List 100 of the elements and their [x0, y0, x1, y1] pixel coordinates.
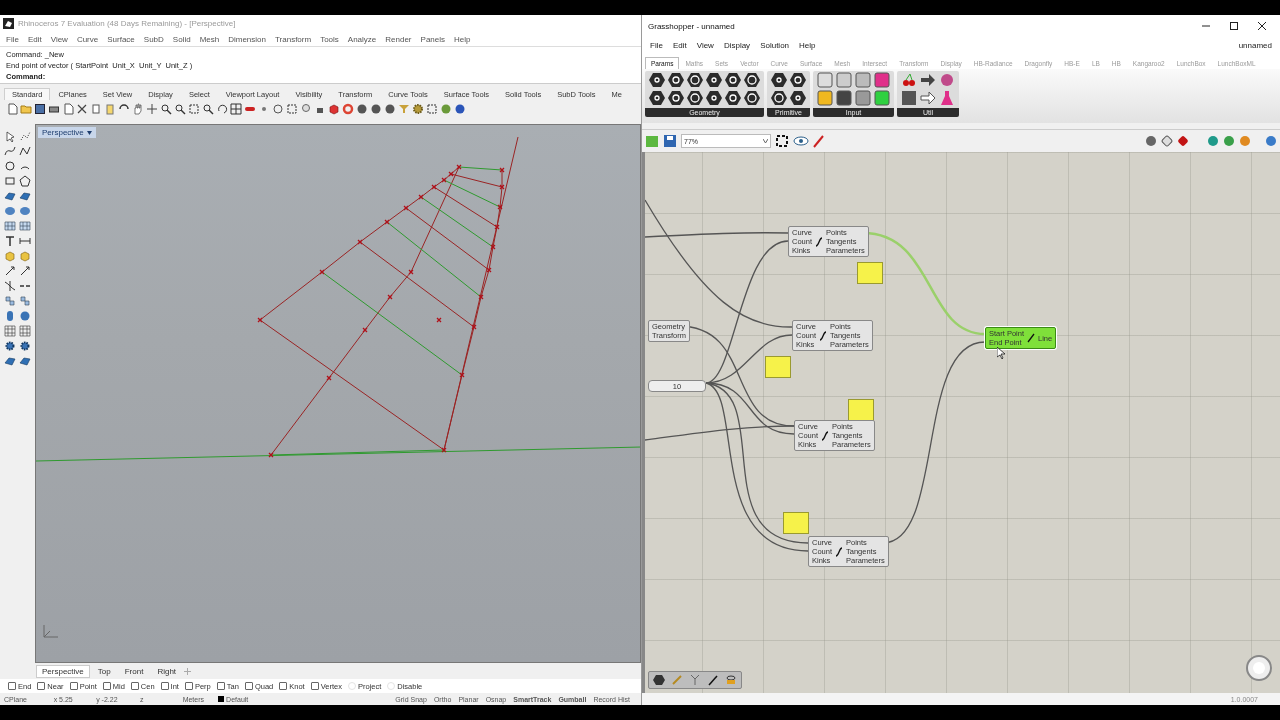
hexagon-icon[interactable]: [649, 72, 665, 88]
sphere-icon[interactable]: [384, 103, 396, 115]
hexagon-icon[interactable]: [668, 72, 684, 88]
grid-icon[interactable]: [230, 103, 242, 115]
checkbox[interactable]: [184, 682, 193, 690]
square-icon[interactable]: [855, 72, 871, 88]
curve-icon[interactable]: [3, 145, 16, 157]
square-icon[interactable]: [817, 90, 833, 106]
pointer-icon[interactable]: [3, 130, 16, 142]
surface-icon[interactable]: [3, 190, 16, 202]
node-canvas[interactable]: [642, 152, 1280, 693]
menu-item[interactable]: Curve: [76, 34, 99, 44]
menu-item[interactable]: Edit: [672, 40, 687, 50]
square-icon[interactable]: [836, 72, 852, 88]
magnifier-icon[interactable]: [202, 103, 214, 115]
hexagon-icon[interactable]: [744, 72, 760, 88]
magnifier-icon[interactable]: [174, 103, 186, 115]
cherries-icon[interactable]: [901, 72, 917, 88]
panel-node[interactable]: [765, 356, 791, 378]
transform-icon[interactable]: [18, 265, 31, 277]
square-icon[interactable]: [855, 90, 871, 106]
hexagon-icon[interactable]: [790, 90, 806, 106]
dimension-icon[interactable]: [18, 235, 31, 247]
page-icon[interactable]: [6, 103, 18, 115]
checkbox[interactable]: [310, 682, 319, 690]
navigation-ring-icon[interactable]: [1244, 653, 1274, 683]
hexagon-icon[interactable]: [706, 90, 722, 106]
checkbox[interactable]: [216, 682, 225, 690]
viewport-tab[interactable]: Front: [118, 664, 150, 678]
square-icon[interactable]: [836, 90, 852, 106]
gear-icon[interactable]: [3, 340, 16, 352]
viewport-title[interactable]: Perspective: [38, 127, 96, 138]
menu-item[interactable]: Render: [385, 34, 412, 44]
hexagon-icon[interactable]: [687, 72, 703, 88]
group-icon[interactable]: [18, 295, 31, 307]
mesh-icon[interactable]: [3, 220, 16, 232]
group-icon[interactable]: [3, 295, 16, 307]
viewport[interactable]: Perspective: [35, 124, 641, 663]
checkbox[interactable]: [244, 682, 253, 690]
square-icon[interactable]: [874, 90, 890, 106]
viewport-tab[interactable]: Right: [151, 664, 183, 678]
sphere-icon[interactable]: [1223, 135, 1235, 147]
hexagon-icon[interactable]: [790, 72, 806, 88]
menu-item[interactable]: Display: [723, 40, 751, 50]
menu-item[interactable]: Help: [799, 40, 816, 50]
hexagon-icon[interactable]: [649, 90, 665, 106]
menu-item[interactable]: Dimension: [228, 34, 266, 44]
frame-icon[interactable]: [426, 103, 438, 115]
magnifier-icon[interactable]: [160, 103, 172, 115]
transform-icon[interactable]: [3, 265, 16, 277]
sphere-icon[interactable]: [370, 103, 382, 115]
sphere-icon[interactable]: [1265, 135, 1277, 147]
menu-item[interactable]: View: [50, 34, 68, 44]
arrow-icon[interactable]: [920, 72, 936, 88]
points-icon[interactable]: [18, 130, 31, 142]
pen-icon[interactable]: [707, 674, 719, 686]
hexagon-icon[interactable]: [771, 72, 787, 88]
menu-item[interactable]: Transform: [275, 34, 312, 44]
zoom-extents-icon[interactable]: [775, 134, 789, 148]
arrow-icon[interactable]: [920, 90, 936, 106]
hexagon-icon[interactable]: [653, 674, 665, 686]
circle-icon[interactable]: [3, 160, 16, 172]
menu-item[interactable]: View: [696, 40, 714, 50]
save-icon[interactable]: [663, 134, 677, 148]
frame-icon[interactable]: [286, 103, 298, 115]
solid-icon[interactable]: [3, 205, 16, 217]
menu-item[interactable]: SubD: [143, 34, 164, 44]
viewport-tab[interactable]: Perspective: [36, 664, 90, 678]
trim-icon[interactable]: [3, 280, 16, 292]
rectangle-icon[interactable]: [3, 175, 16, 187]
sphere-icon[interactable]: [939, 72, 955, 88]
cross-arrows-icon[interactable]: [146, 103, 158, 115]
hexagon-icon[interactable]: [771, 90, 787, 106]
hexagon-icon[interactable]: [668, 90, 684, 106]
menu-item[interactable]: File: [650, 40, 663, 50]
scissors-icon[interactable]: [76, 103, 88, 115]
hexagon-icon[interactable]: [706, 72, 722, 88]
checkbox[interactable]: [130, 682, 139, 690]
checkbox[interactable]: [69, 682, 78, 690]
menu-item[interactable]: Tools: [320, 34, 339, 44]
hexagon-icon[interactable]: [725, 72, 741, 88]
text-icon[interactable]: [3, 235, 16, 247]
rotate-icon[interactable]: [216, 103, 228, 115]
menu-item[interactable]: Mesh: [199, 34, 220, 44]
gear-icon[interactable]: [412, 103, 424, 115]
hexagon-icon[interactable]: [744, 90, 760, 106]
gear-icon[interactable]: [18, 340, 31, 352]
checkbox[interactable]: [102, 682, 111, 690]
surface-icon[interactable]: [18, 190, 31, 202]
sphere-icon[interactable]: [356, 103, 368, 115]
menu-item[interactable]: Help: [454, 34, 471, 44]
color-wheel-icon[interactable]: [342, 103, 354, 115]
checkbox[interactable]: [37, 682, 46, 690]
viewport-tab[interactable]: Top: [91, 664, 117, 678]
polyline-icon[interactable]: [18, 145, 31, 157]
stack-icon[interactable]: [725, 674, 737, 686]
hand-icon[interactable]: [132, 103, 144, 115]
checkbox[interactable]: [8, 682, 16, 690]
panel-node[interactable]: [783, 512, 809, 534]
menu-item[interactable]: Analyze: [347, 34, 377, 44]
